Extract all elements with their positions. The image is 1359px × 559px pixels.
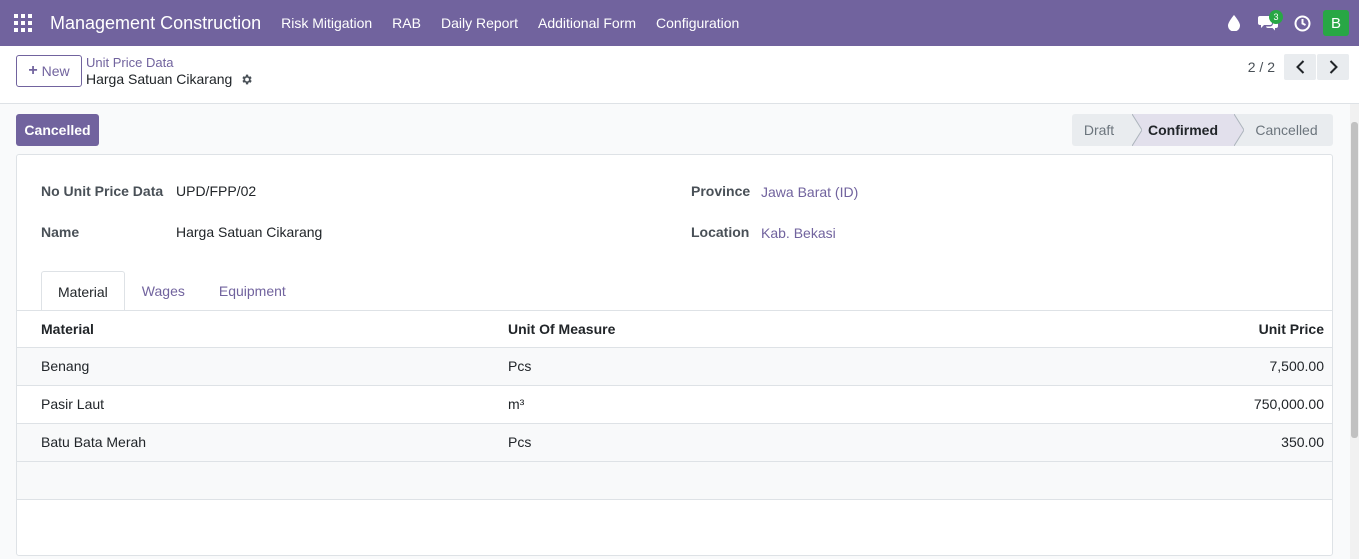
cell-uom: Pcs: [508, 434, 532, 450]
pager-next-button[interactable]: [1317, 54, 1349, 80]
stage-cancelled[interactable]: Cancelled: [1234, 114, 1333, 146]
menu-configuration[interactable]: Configuration: [646, 0, 749, 46]
menu-daily-report[interactable]: Daily Report: [431, 0, 528, 46]
app-brand[interactable]: Management Construction: [50, 13, 261, 34]
breadcrumb-parent[interactable]: Unit Price Data: [86, 55, 173, 70]
province-link[interactable]: Jawa Barat (ID): [761, 184, 858, 200]
chevron-left-icon: [1295, 60, 1304, 74]
new-button-label: New: [41, 63, 70, 79]
status-bar: Draft Confirmed Cancelled: [1072, 114, 1333, 146]
tab-wages[interactable]: Wages: [125, 271, 202, 310]
cell-material: Batu Bata Merah: [41, 434, 147, 450]
province-label: Province: [691, 183, 751, 199]
pager: 2 / 2: [1248, 54, 1349, 80]
material-table: Material Unit Of Measure Unit Price Bena…: [17, 310, 1332, 500]
cell-unit-price: 7,500.00: [1269, 358, 1325, 374]
menu-rab[interactable]: RAB: [382, 0, 431, 46]
column-header-material[interactable]: Material: [41, 311, 94, 348]
apps-menu-icon[interactable]: [0, 0, 46, 46]
table-header-row: Material Unit Of Measure Unit Price: [17, 310, 1332, 348]
breadcrumb-current: Harga Satuan Cikarang: [86, 71, 253, 87]
name-value: Harga Satuan Cikarang: [176, 224, 323, 240]
location-link[interactable]: Kab. Bekasi: [761, 225, 836, 241]
cell-uom: m³: [508, 396, 525, 412]
form-sheet: No Unit Price Data UPD/FPP/02 Name Harga…: [16, 154, 1333, 556]
tab-material[interactable]: Material: [41, 271, 125, 311]
table-row[interactable]: Benang Pcs 7,500.00: [17, 348, 1332, 386]
user-avatar[interactable]: B: [1323, 10, 1349, 36]
column-header-uom[interactable]: Unit Of Measure: [508, 311, 615, 348]
stage-draft[interactable]: Draft: [1072, 114, 1132, 146]
scrollbar-thumb[interactable]: [1351, 122, 1358, 438]
cell-unit-price: 750,000.00: [1253, 396, 1324, 412]
top-navbar: Management Construction Risk Mitigation …: [0, 0, 1359, 46]
stage-confirmed-label: Confirmed: [1148, 122, 1218, 138]
cell-unit-price: 350.00: [1281, 434, 1324, 450]
cell-material: Benang: [41, 358, 90, 374]
droplet-icon[interactable]: [1217, 0, 1251, 46]
tab-equipment[interactable]: Equipment: [202, 271, 303, 310]
menu-risk-mitigation[interactable]: Risk Mitigation: [271, 0, 382, 46]
record-title: Harga Satuan Cikarang: [86, 71, 233, 87]
no-unit-price-data-label: No Unit Price Data: [41, 183, 164, 199]
pager-value[interactable]: 2 / 2: [1248, 59, 1275, 75]
pager-previous-button[interactable]: [1284, 54, 1316, 80]
control-panel: + New Unit Price Data Harga Satuan Cikar…: [0, 46, 1359, 104]
page-scrollbar[interactable]: [1350, 104, 1359, 559]
table-row[interactable]: Pasir Laut m³ 750,000.00: [17, 386, 1332, 424]
gear-icon[interactable]: [240, 73, 253, 86]
chevron-right-icon: [1329, 60, 1338, 74]
menu-additional-form[interactable]: Additional Form: [528, 0, 646, 46]
chat-icon[interactable]: 3: [1251, 0, 1285, 46]
stage-cancelled-label: Cancelled: [1255, 122, 1318, 138]
notebook-tabs: Material Wages Equipment: [41, 271, 303, 311]
column-header-unit-price[interactable]: Unit Price: [1259, 311, 1324, 348]
plus-icon: +: [28, 62, 38, 79]
cell-uom: Pcs: [508, 358, 532, 374]
cell-material: Pasir Laut: [41, 396, 105, 412]
table-row[interactable]: Batu Bata Merah Pcs 350.00: [17, 424, 1332, 462]
new-button[interactable]: + New: [16, 55, 82, 87]
stage-confirmed[interactable]: Confirmed: [1132, 114, 1244, 146]
chat-count-badge: 3: [1269, 10, 1283, 24]
stage-draft-label: Draft: [1083, 122, 1115, 138]
name-label: Name: [41, 224, 80, 240]
cancel-action-button[interactable]: Cancelled: [16, 114, 99, 146]
empty-table-row: [17, 462, 1332, 500]
clock-icon[interactable]: [1285, 0, 1319, 46]
no-unit-price-data-value: UPD/FPP/02: [176, 183, 257, 199]
location-label: Location: [691, 224, 750, 240]
